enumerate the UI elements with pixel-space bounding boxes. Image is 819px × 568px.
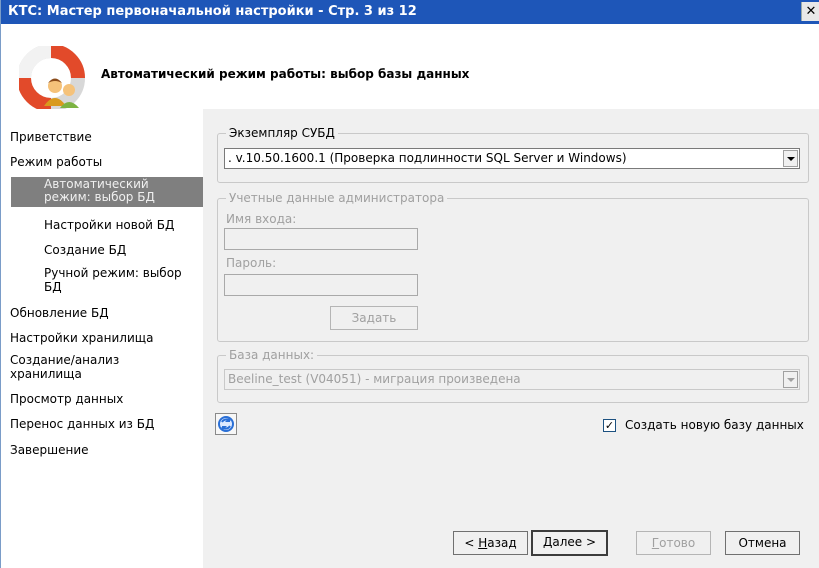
nav-item-new-db-settings[interactable]: Настройки новой БД [44, 218, 174, 232]
chevron-down-icon[interactable] [783, 150, 798, 167]
login-field[interactable] [224, 228, 418, 250]
header-panel: Автоматический режим работы: выбор базы … [1, 24, 819, 110]
refresh-icon [218, 416, 234, 432]
database-select[interactable]: Beeline_test (V04051) - миграция произве… [224, 369, 800, 390]
nav-item-data-transfer[interactable]: Перенос данных из БД [10, 417, 154, 431]
chevron-down-icon[interactable] [783, 371, 798, 388]
nav-item-welcome[interactable]: Приветствие [10, 130, 92, 144]
title-bar[interactable]: КТС: Мастер первоначальной настройки - С… [1, 0, 819, 24]
nav-item-update-db[interactable]: Обновление БД [10, 306, 109, 320]
database-legend: База данных: [226, 348, 318, 362]
finish-button[interactable]: Готово [636, 531, 711, 555]
nav-item-create-db[interactable]: Создание БД [44, 243, 126, 257]
create-new-db-checkbox[interactable]: ✓ [603, 419, 616, 432]
dbms-select-value: . v.10.50.1600.1 (Проверка подлинности S… [228, 151, 627, 165]
cancel-button[interactable]: Отмена [725, 531, 800, 555]
nav-item-work-mode[interactable]: Режим работы [10, 155, 102, 169]
back-button[interactable]: < Назад [453, 531, 528, 555]
password-field[interactable] [224, 274, 418, 296]
dbms-select[interactable]: . v.10.50.1600.1 (Проверка подлинности S… [224, 148, 800, 169]
refresh-button[interactable] [215, 413, 237, 435]
login-label: Имя входа: [226, 212, 297, 226]
admin-credentials-legend: Учетные данные администратора [226, 191, 448, 205]
password-label: Пароль: [226, 256, 277, 270]
lifebuoy-users-icon [19, 46, 85, 110]
next-button[interactable]: Далее > [531, 530, 608, 556]
page-title: Автоматический режим работы: выбор базы … [101, 67, 470, 81]
nav-item-storage-analysis[interactable]: Создание/анализ хранилища [10, 353, 119, 381]
create-new-db-label[interactable]: Создать новую базу данных [625, 418, 804, 432]
content-panel: Экземпляр СУБД . v.10.50.1600.1 (Проверк… [203, 109, 819, 568]
nav-item-auto-db-select[interactable]: Автоматический режим: выбор БД [11, 177, 203, 207]
wizard-window: КТС: Мастер первоначальной настройки - С… [0, 0, 819, 568]
window-title: КТС: Мастер первоначальной настройки - С… [8, 4, 417, 19]
nav-item-manual-db-select[interactable]: Ручной режим: выбор БД [44, 266, 182, 294]
nav-item-storage-settings[interactable]: Настройки хранилища [10, 331, 153, 345]
dbms-legend: Экземпляр СУБД [226, 126, 338, 140]
nav-item-data-view[interactable]: Просмотр данных [10, 392, 123, 406]
nav-item-label: Автоматический режим: выбор БД [44, 177, 155, 204]
sidebar-nav: Приветствие Режим работы Автоматический р… [1, 109, 203, 568]
set-credentials-button[interactable]: Задать [330, 306, 418, 330]
close-button[interactable]: ✕ [801, 2, 819, 21]
database-select-value: Beeline_test (V04051) - миграция произве… [228, 372, 521, 386]
nav-item-finish[interactable]: Завершение [10, 443, 89, 457]
admin-credentials-group: Учетные данные администратора [217, 191, 809, 342]
